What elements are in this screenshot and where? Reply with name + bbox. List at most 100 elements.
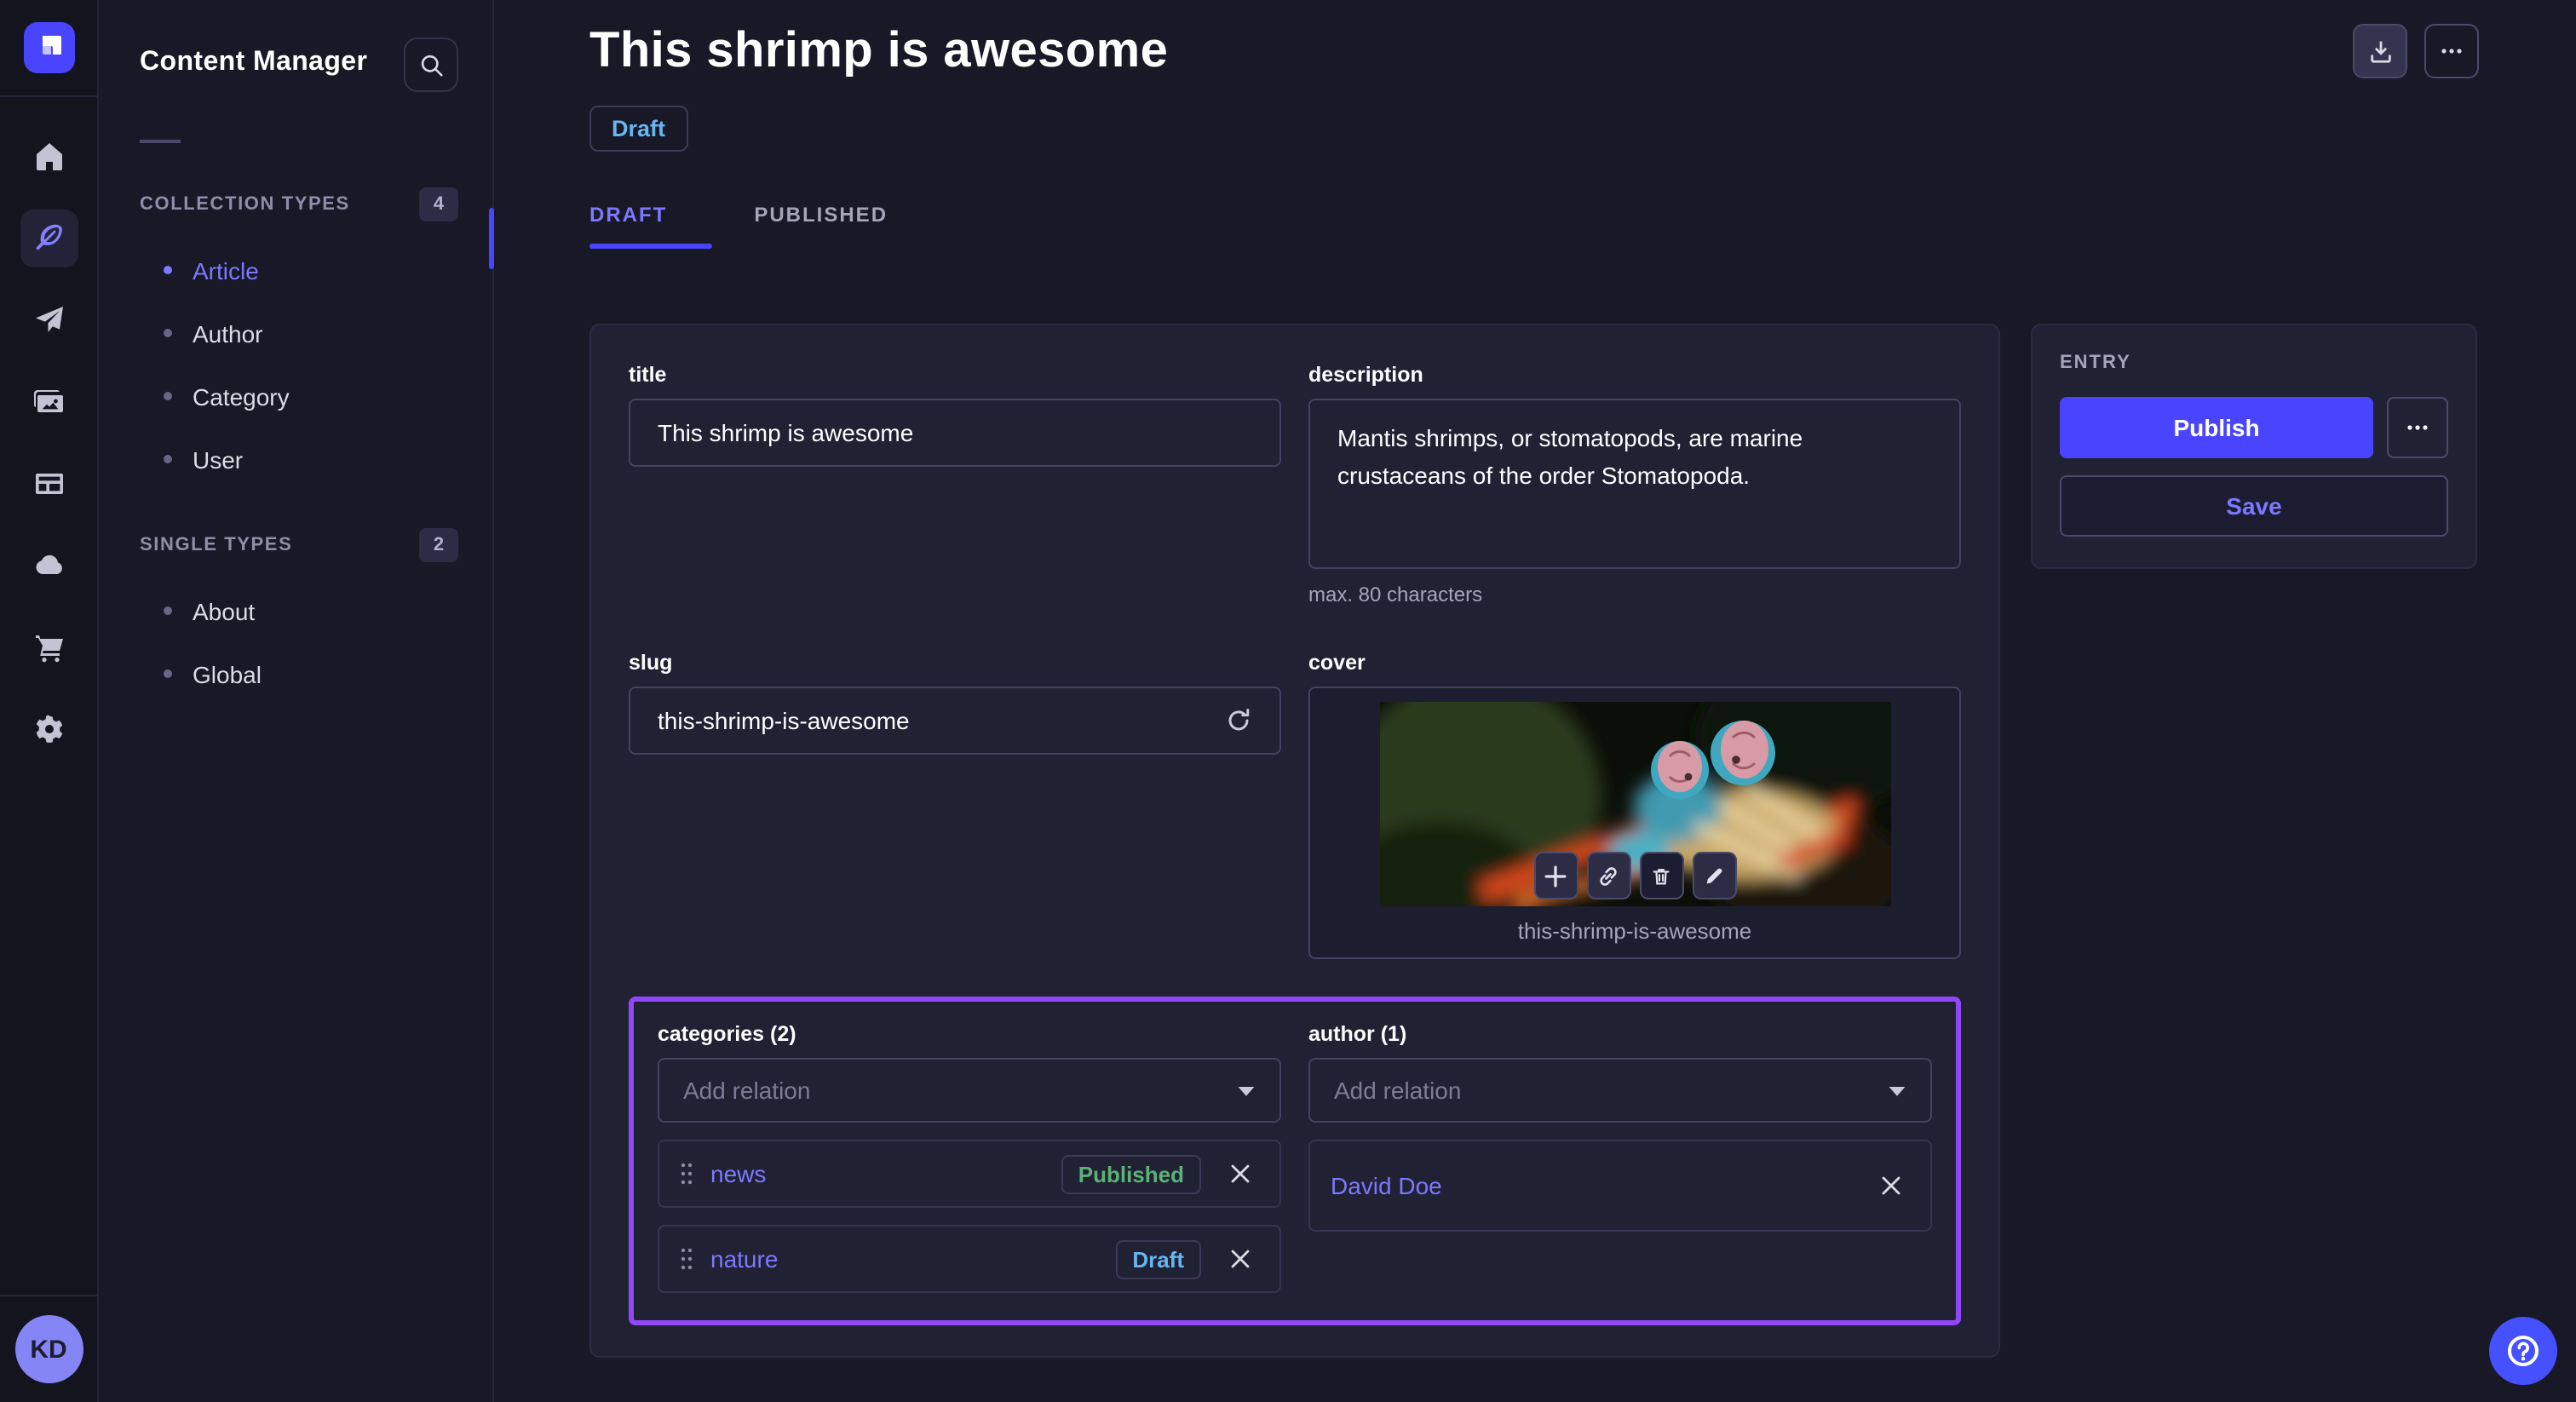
field-description: description Mantis shrimps, or stomatopo…: [1308, 363, 1961, 606]
copy-link-button[interactable]: [1586, 852, 1630, 899]
rail-divider: [0, 95, 97, 97]
edit-asset-button[interactable]: [1692, 852, 1736, 899]
version-tabs: DRAFT PUBLISHED: [589, 203, 2479, 249]
chevron-down-icon: [1888, 1084, 1906, 1096]
field-label-description: description: [1308, 363, 1961, 387]
main-nav-rail: KD: [0, 0, 99, 1402]
download-icon: [2367, 38, 2393, 64]
main-content: This shrimp is awesome Draft DRAFT PUBL: [494, 0, 2576, 1402]
bullet-icon: [164, 455, 172, 463]
field-slug: slug this-shrimp-is-awesome: [629, 651, 1281, 959]
close-icon: [1230, 1249, 1251, 1269]
header-more-button[interactable]: [2424, 24, 2479, 78]
cover-asset-card: this-shrimp-is-awesome: [1308, 687, 1961, 959]
trash-icon: [1650, 865, 1672, 887]
question-mark-icon: [2504, 1332, 2542, 1370]
relation-item-news: news Published: [658, 1140, 1281, 1208]
remove-relation-button[interactable]: [1222, 1240, 1259, 1278]
relation-link[interactable]: nature: [710, 1245, 778, 1273]
home-icon[interactable]: [20, 128, 78, 186]
drag-handle-icon[interactable]: [680, 1162, 693, 1186]
relation-link[interactable]: news: [710, 1160, 766, 1187]
field-label-author: author (1): [1308, 1022, 1932, 1046]
add-asset-button[interactable]: [1533, 852, 1578, 899]
delete-asset-button[interactable]: [1639, 852, 1683, 899]
app: KD Content Manager COLLECTION TYPES 4 Ar…: [0, 0, 2576, 1402]
export-download-button[interactable]: [2353, 24, 2407, 78]
field-title: title This shrimp is awesome: [629, 363, 1281, 606]
field-categories: categories (2) Add relation news Publish…: [658, 1022, 1281, 1293]
sidebar-item-label: Global: [193, 660, 262, 687]
close-icon: [1881, 1175, 1901, 1196]
settings-gear-icon[interactable]: [20, 700, 78, 758]
edit-form-panel: title This shrimp is awesome description…: [589, 324, 2000, 1358]
user-avatar[interactable]: KD: [14, 1315, 83, 1383]
sidebar-item-author[interactable]: Author: [140, 302, 492, 365]
field-label-title: title: [629, 363, 1281, 387]
close-icon: [1230, 1164, 1251, 1184]
rail-bottom-divider: [0, 1295, 97, 1296]
sidebar-item-label: Category: [193, 382, 290, 410]
media-library-icon[interactable]: [20, 373, 78, 431]
tab-published[interactable]: PUBLISHED: [754, 203, 888, 249]
content-manager-sidebar: Content Manager COLLECTION TYPES 4 Artic…: [99, 0, 494, 1402]
tab-draft[interactable]: DRAFT: [589, 203, 711, 249]
sidebar-item-label: Article: [193, 256, 259, 284]
field-label-categories: categories (2): [658, 1022, 1281, 1046]
help-button[interactable]: [2489, 1317, 2557, 1385]
releases-paper-plane-icon[interactable]: [20, 291, 78, 349]
field-author: author (1) Add relation David Doe: [1308, 1022, 1932, 1293]
section-label: SINGLE TYPES: [140, 535, 292, 555]
entry-panel: ENTRY Publish Save: [2031, 324, 2477, 569]
sidebar-item-label: About: [193, 597, 255, 624]
title-input[interactable]: This shrimp is awesome: [629, 399, 1281, 467]
section-count-badge: 4: [419, 187, 458, 221]
description-textarea[interactable]: Mantis shrimps, or stomatopods, are mari…: [1308, 399, 1961, 569]
relation-link[interactable]: David Doe: [1331, 1172, 1442, 1199]
deploy-cloud-icon[interactable]: [20, 537, 78, 595]
more-dots-icon: [2438, 37, 2465, 65]
marketplace-cart-icon[interactable]: [20, 618, 78, 676]
categories-add-relation-select[interactable]: Add relation: [658, 1058, 1281, 1123]
sidebar-item-global[interactable]: Global: [140, 642, 492, 705]
sidebar-item-about[interactable]: About: [140, 579, 492, 642]
remove-relation-button[interactable]: [1222, 1155, 1259, 1192]
drag-handle-icon[interactable]: [680, 1247, 693, 1271]
pencil-icon: [1703, 865, 1725, 887]
bullet-icon: [164, 392, 172, 400]
content-type-builder-icon[interactable]: [20, 455, 78, 513]
section-label: COLLECTION TYPES: [140, 194, 350, 215]
link-icon: [1597, 865, 1619, 887]
entry-more-button[interactable]: [2387, 397, 2448, 458]
sidebar-item-article[interactable]: Article: [140, 238, 492, 302]
relation-status-badge: Draft: [1115, 1239, 1201, 1278]
title-input-value: This shrimp is awesome: [658, 419, 913, 446]
plus-icon: [1544, 865, 1567, 887]
section-single-types: SINGLE TYPES 2: [140, 528, 492, 562]
sidebar-item-user[interactable]: User: [140, 428, 492, 491]
bullet-icon: [164, 606, 172, 615]
slug-input[interactable]: this-shrimp-is-awesome: [629, 687, 1281, 755]
cover-image: [1379, 702, 1890, 906]
publish-button[interactable]: Publish: [2060, 397, 2373, 458]
bullet-icon: [164, 329, 172, 337]
field-label-slug: slug: [629, 651, 1281, 675]
strapi-logo[interactable]: [23, 22, 74, 73]
author-add-relation-select[interactable]: Add relation: [1308, 1058, 1932, 1123]
sidebar-divider: [140, 140, 181, 143]
save-button[interactable]: Save: [2060, 475, 2448, 537]
single-types-list: About Global: [140, 579, 492, 705]
remove-relation-button[interactable]: [1872, 1167, 1910, 1204]
section-count-badge: 2: [419, 528, 458, 562]
field-cover: cover: [1308, 651, 1961, 959]
status-badge: Draft: [589, 106, 687, 152]
collection-types-list: Article Author Category User: [140, 238, 492, 491]
sidebar-item-category[interactable]: Category: [140, 365, 492, 428]
strapi-logo-glyph: [35, 34, 62, 61]
field-label-cover: cover: [1308, 651, 1961, 675]
content-manager-feather-icon[interactable]: [20, 210, 78, 267]
regenerate-slug-icon[interactable]: [1225, 707, 1252, 734]
search-button[interactable]: [404, 37, 458, 92]
section-collection-types: COLLECTION TYPES 4: [140, 187, 492, 221]
chevron-down-icon: [1237, 1084, 1256, 1096]
